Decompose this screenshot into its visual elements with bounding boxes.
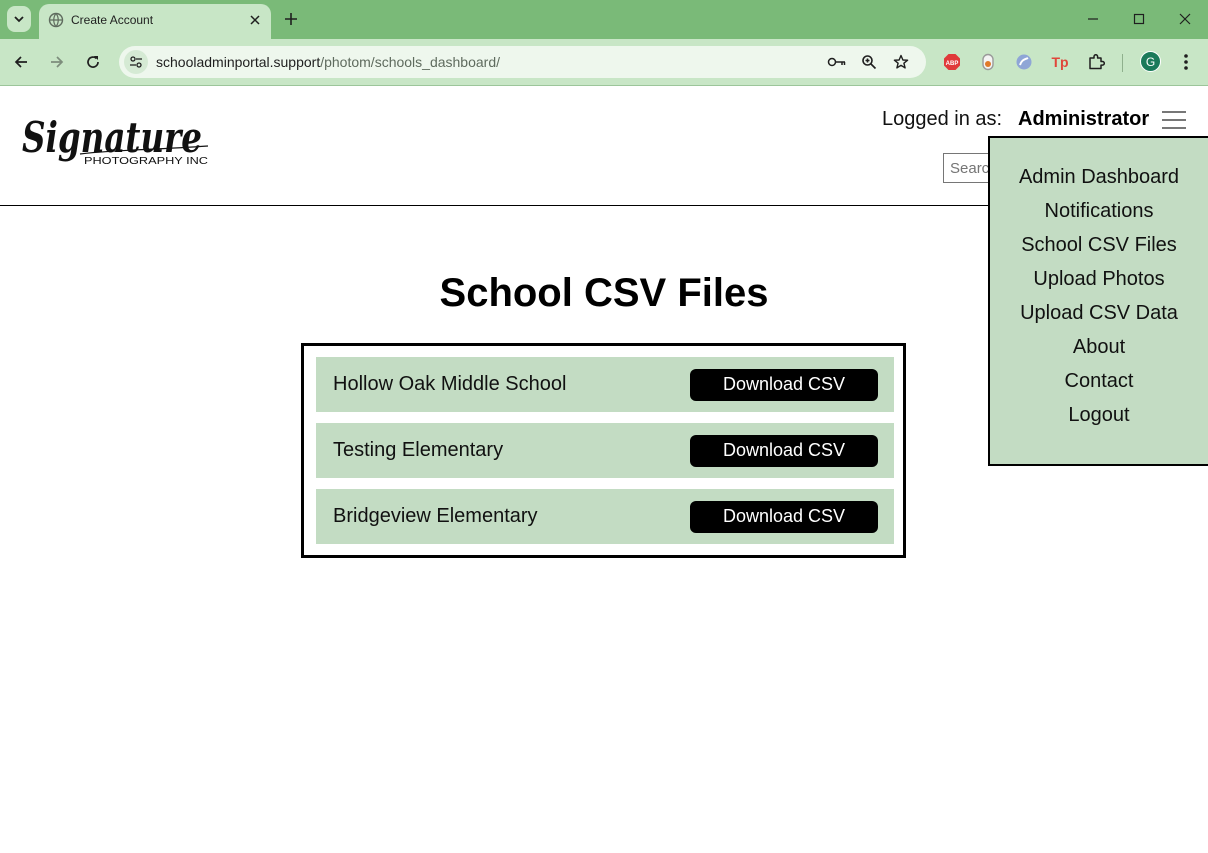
page-title: School CSV Files <box>439 271 769 315</box>
browser-toolbar: schooladminportal.support/photom/schools… <box>0 39 1208 86</box>
browser-tab-bar: Create Account <box>0 0 1208 39</box>
star-icon <box>893 54 909 69</box>
plus-icon <box>285 13 297 25</box>
minimize-icon <box>1088 18 1098 20</box>
maximize-button[interactable] <box>1128 8 1150 30</box>
url-host: schooladminportal.support <box>156 54 321 70</box>
reload-icon <box>87 56 99 68</box>
menu-item-admin-dashboard[interactable]: Admin Dashboard <box>990 160 1208 194</box>
back-button[interactable] <box>9 50 33 74</box>
menu-item-logout[interactable]: Logout <box>990 398 1208 432</box>
signature-photography-logo[interactable]: Signature PHOTOGRAPHY INC <box>20 110 212 172</box>
school-row: Bridgeview Elementary Download CSV <box>316 489 894 544</box>
tune-icon <box>130 56 142 68</box>
school-name: Hollow Oak Middle School <box>333 373 567 395</box>
reload-button[interactable] <box>81 50 105 74</box>
hamburger-line <box>1162 111 1186 113</box>
forward-button[interactable] <box>45 50 69 74</box>
close-icon <box>1179 13 1191 25</box>
hamburger-line <box>1162 119 1186 121</box>
school-row: Hollow Oak Middle School Download CSV <box>316 357 894 412</box>
tp-extension-button[interactable]: Tp <box>1049 51 1071 73</box>
maximize-icon <box>1133 13 1145 25</box>
adblock-icon: ABP <box>944 54 960 70</box>
key-icon <box>827 57 846 67</box>
extensions-menu-button[interactable] <box>1085 51 1107 73</box>
browser-menu-button[interactable] <box>1175 51 1197 73</box>
tab-close-button[interactable] <box>246 11 264 29</box>
download-csv-button[interactable]: Download CSV <box>690 435 878 467</box>
hamburger-line <box>1162 127 1186 129</box>
svg-text:ABP: ABP <box>946 61 959 67</box>
puzzle-icon <box>1089 53 1105 70</box>
globe-icon <box>48 12 64 28</box>
bookmark-star-button[interactable] <box>890 51 912 73</box>
extension-icon <box>982 53 994 71</box>
menu-item-contact[interactable]: Contact <box>990 364 1208 398</box>
school-name: Testing Elementary <box>333 439 504 461</box>
tab-search-button[interactable] <box>7 6 31 32</box>
download-csv-button[interactable]: Download CSV <box>690 501 878 533</box>
logged-in-user: Administrator <box>1018 108 1150 130</box>
hamburger-menu-button[interactable] <box>1162 111 1188 131</box>
chevron-down-icon <box>14 16 24 23</box>
new-tab-button[interactable] <box>280 8 302 30</box>
menu-item-notifications[interactable]: Notifications <box>990 194 1208 228</box>
arrow-left-icon <box>14 56 27 68</box>
svg-text:PHOTOGRAPHY INC: PHOTOGRAPHY INC <box>84 155 208 167</box>
site-info-button[interactable] <box>124 50 148 74</box>
url-path: /photom/schools_dashboard/ <box>320 54 501 70</box>
minimize-button[interactable] <box>1082 8 1104 30</box>
logged-in-label: Logged in as: <box>882 108 1003 130</box>
adblock-extension-button[interactable]: ABP <box>941 51 963 73</box>
download-csv-button[interactable]: Download CSV <box>690 369 878 401</box>
zoom-icon <box>862 55 877 70</box>
address-bar[interactable]: schooladminportal.support/photom/schools… <box>119 46 926 78</box>
extension-icon <box>1016 54 1032 70</box>
more-vertical-icon <box>1184 54 1188 70</box>
extension-button[interactable] <box>977 51 999 73</box>
tp-extension-icon: Tp <box>1051 54 1068 70</box>
menu-item-school-csv-files[interactable]: School CSV Files <box>990 228 1208 262</box>
window-close-button[interactable] <box>1174 8 1196 30</box>
arrow-right-icon <box>51 56 64 68</box>
school-name: Bridgeview Elementary <box>333 505 538 527</box>
extension-button[interactable] <box>1013 51 1035 73</box>
school-row: Testing Elementary Download CSV <box>316 423 894 478</box>
toolbar-separator <box>1122 54 1123 72</box>
tab-title: Create Account <box>71 13 154 27</box>
url-text: schooladminportal.support/photom/schools… <box>156 54 500 70</box>
password-key-button[interactable] <box>826 51 848 73</box>
browser-tab-active[interactable]: Create Account <box>39 4 271 39</box>
close-icon <box>250 15 260 25</box>
school-csv-list: Hollow Oak Middle School Download CSV Te… <box>301 343 906 558</box>
profile-avatar[interactable]: G <box>1140 51 1161 72</box>
zoom-button[interactable] <box>858 51 880 73</box>
menu-item-about[interactable]: About <box>990 330 1208 364</box>
svg-text:Tp: Tp <box>1051 54 1068 70</box>
